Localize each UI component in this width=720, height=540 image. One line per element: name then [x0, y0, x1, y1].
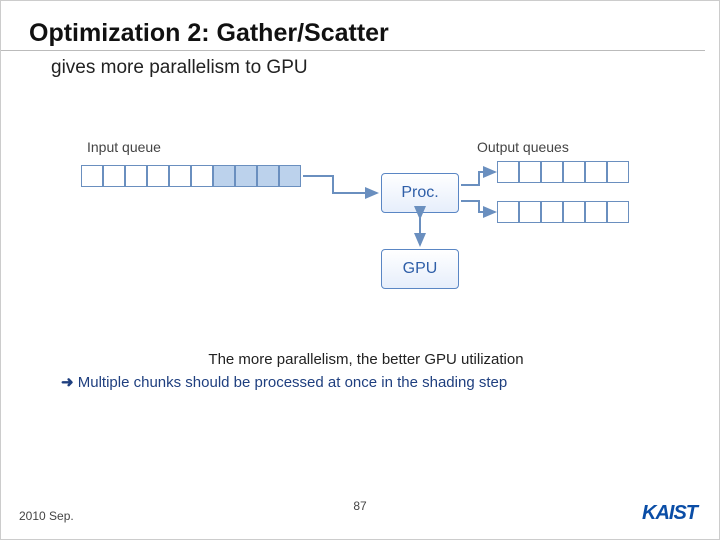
caption-line2: ➜ Multiple chunks should be processed at… — [61, 372, 671, 395]
diagram: Input queue Output queues Proc. GPU — [81, 121, 641, 321]
footer-date: 2010 Sep. — [19, 509, 74, 523]
caption-line2-text: Multiple chunks should be processed at o… — [78, 374, 507, 391]
slide-title: Optimization 2: Gather/Scatter — [1, 1, 705, 51]
footer-page-number: 87 — [353, 499, 366, 513]
arrow-icon: ➜ — [61, 374, 74, 391]
kaist-logo: KAIST — [642, 502, 697, 525]
caption: The more parallelism, the better GPU uti… — [61, 349, 671, 394]
slide: Optimization 2: Gather/Scatter gives mor… — [0, 0, 720, 540]
caption-line1: The more parallelism, the better GPU uti… — [61, 349, 671, 372]
diagram-connectors — [81, 121, 641, 321]
slide-subtitle: gives more parallelism to GPU — [1, 51, 719, 79]
